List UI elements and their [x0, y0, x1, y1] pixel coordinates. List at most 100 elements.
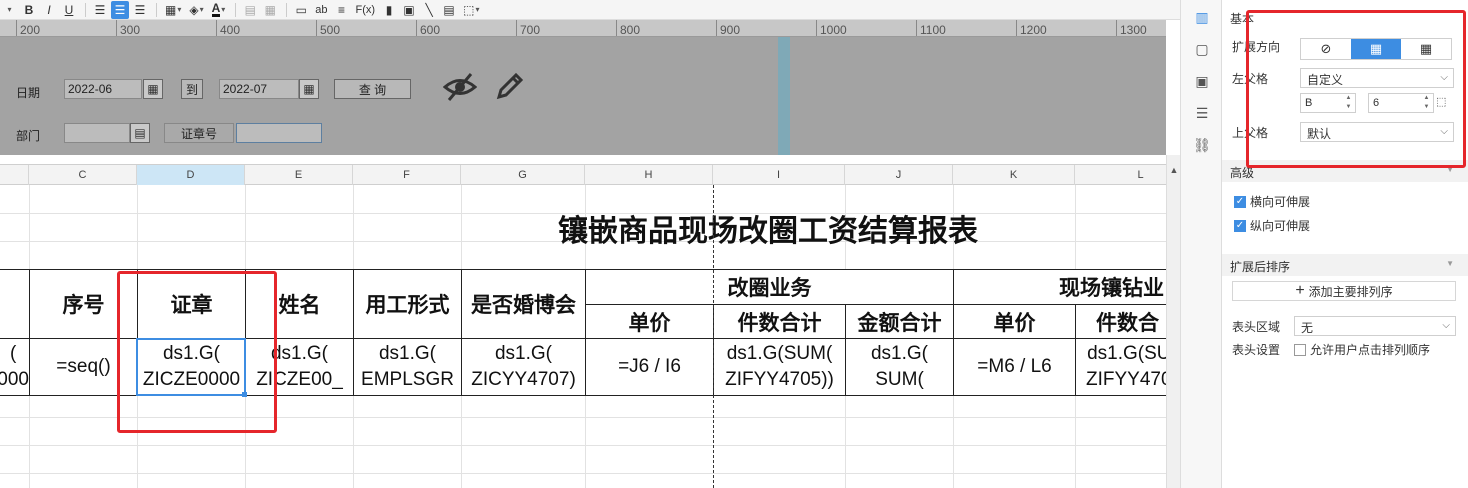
column-header[interactable]: E	[245, 165, 353, 185]
column-header[interactable]: J	[845, 165, 953, 185]
toolbar-divider	[286, 2, 288, 17]
header-region-label: 表头区域	[1232, 320, 1281, 334]
insert-row-icon[interactable]: ▭	[292, 1, 310, 19]
column-header[interactable]	[0, 165, 29, 185]
unmerge-cells-icon[interactable]: ▦	[261, 1, 279, 19]
header-cell-quantity-total[interactable]: 件数合	[1075, 304, 1166, 339]
header-cell-unit-price[interactable]: 单价	[953, 304, 1076, 339]
ruler-tick: 400	[215, 20, 241, 37]
header-cell-group-onsite-setting[interactable]: 现场镶钻业	[953, 269, 1166, 305]
cell-style-icon[interactable]: ▢	[1193, 40, 1211, 58]
align-right-icon[interactable]: ☰	[131, 1, 149, 19]
header-region-dropdown[interactable]: 无 ⌵	[1294, 316, 1456, 336]
header-cell-wedding-expo[interactable]: 是否婚博会	[461, 269, 586, 339]
checkbox-label: 横向可伸展	[1250, 195, 1311, 209]
section-header-sort[interactable]: 扩展后排序 ▼	[1222, 254, 1468, 276]
column-header[interactable]: G	[461, 165, 585, 185]
formula-cell[interactable]: ( 000	[0, 338, 30, 396]
date-label: 日期	[16, 86, 41, 100]
ruler-tick: 800	[615, 20, 641, 37]
align-center-icon[interactable]: ☰	[111, 0, 129, 19]
text-icon[interactable]: ab	[312, 1, 330, 19]
to-label: 到	[181, 79, 203, 99]
ruler-tick: 600	[415, 20, 441, 37]
formula-cell-employment-type[interactable]: ds1.G( EMPLSGR	[353, 338, 462, 396]
checkbox-label: 纵向可伸展	[1250, 219, 1311, 233]
font-color-icon[interactable]: A ▾	[209, 1, 229, 19]
underline-button[interactable]: U	[60, 1, 78, 19]
department-input[interactable]	[64, 123, 130, 143]
rich-text-icon[interactable]: ≡	[333, 1, 351, 19]
formula-cell-quantity-total[interactable]: ds1.G(SU ZIFYY470	[1075, 338, 1166, 396]
formula-cell-quantity-total[interactable]: ds1.G(SUM( ZIFYY4705))	[713, 338, 846, 396]
fill-color-icon[interactable]: ◈ ▾	[186, 1, 206, 19]
formula-cell-unit-price[interactable]: =J6 / I6	[585, 338, 714, 396]
seal-number-label: 证章号	[164, 123, 234, 143]
caret-icon[interactable]: ▾	[0, 1, 18, 19]
seal-number-input[interactable]	[236, 123, 322, 143]
cell-attributes-icon[interactable]: ▥	[1193, 8, 1211, 26]
query-button[interactable]: 查 询	[334, 79, 411, 99]
panel-splitter[interactable]	[778, 37, 790, 155]
date-from-input[interactable]: 2022-06	[64, 79, 142, 99]
calendar-icon[interactable]: ▦	[299, 79, 319, 99]
header-setting-label: 表头设置	[1232, 343, 1281, 357]
button-label: 添加主要排列序	[1308, 284, 1393, 299]
report-title[interactable]: 镶嵌商品现场改圈工资结算报表	[461, 205, 1075, 251]
grid-line	[0, 445, 1166, 446]
checkbox-label: 允许用户点击排列顺序	[1310, 343, 1431, 357]
formula-cell-unit-price[interactable]: =M6 / L6	[953, 338, 1076, 396]
column-header[interactable]: K	[953, 165, 1075, 185]
toolbar: ▾ B I U ☰ ☰ ☰ ▦ ▾ ◈ ▾ A ▾ ▤ ▦ ▭ ab ≡ F(x) ▮…	[0, 0, 1180, 20]
sub-report-icon[interactable]: ▤	[440, 1, 458, 19]
ruler-tick: 500	[315, 20, 341, 37]
checkbox-unchecked-icon	[1294, 343, 1306, 356]
column-header[interactable]: F	[353, 165, 461, 185]
ruler-tick: 1200	[1016, 20, 1047, 37]
date-to-input[interactable]: 2022-07	[219, 79, 299, 99]
formula-cell-amount-total[interactable]: ds1.G( SUM(	[845, 338, 954, 396]
image-icon[interactable]: ▣	[400, 1, 418, 19]
highlight-annotation	[1246, 10, 1466, 168]
edit-pencil-icon[interactable]	[494, 70, 526, 102]
toolbar-divider	[156, 2, 157, 17]
vertical-scrollbar[interactable]: ▲	[1166, 155, 1180, 488]
formula-icon[interactable]: F(x)	[353, 1, 379, 19]
italic-button[interactable]: I	[40, 1, 58, 19]
tree-select-icon[interactable]: ▤	[130, 123, 150, 143]
header-cell-employment-type[interactable]: 用工形式	[353, 269, 462, 339]
horizontal-stretch-checkbox[interactable]: ✓ 横向可伸展	[1234, 193, 1310, 210]
column-header[interactable]: H	[585, 165, 713, 185]
calendar-icon[interactable]: ▦	[143, 79, 163, 99]
header-cell-group-ring-modification[interactable]: 改圈业务	[585, 269, 954, 305]
frame-icon[interactable]: ⬚ ▾	[460, 1, 482, 19]
header-cell[interactable]	[0, 269, 30, 339]
align-left-icon[interactable]: ☰	[91, 1, 109, 19]
merge-cells-icon[interactable]: ▤	[241, 1, 259, 19]
dropdown-value: 无	[1301, 321, 1314, 335]
highlight-annotation	[117, 271, 277, 433]
allow-user-sort-checkbox[interactable]: 允许用户点击排列顺序	[1294, 341, 1430, 358]
border-icon[interactable]: ▦ ▾	[162, 1, 184, 19]
vertical-stretch-checkbox[interactable]: ✓ 纵向可伸展	[1234, 217, 1310, 234]
slash-icon[interactable]: ╲	[420, 1, 438, 19]
column-header[interactable]: I	[713, 165, 845, 185]
chart-icon[interactable]: ▮	[380, 1, 398, 19]
eye-slash-icon[interactable]	[442, 72, 478, 102]
header-cell-amount-total[interactable]: 金额合计	[845, 304, 954, 339]
page-break-line	[713, 185, 714, 488]
scroll-up-arrow-icon[interactable]: ▲	[1167, 165, 1181, 175]
widget-icon[interactable]: ▣	[1193, 72, 1211, 90]
condition-attribute-icon[interactable]: ☰	[1193, 104, 1211, 122]
header-cell-unit-price[interactable]: 单价	[585, 304, 714, 339]
column-header[interactable]: C	[29, 165, 137, 185]
checkbox-checked-icon: ✓	[1234, 219, 1246, 232]
hyperlink-icon[interactable]: ⛓	[1193, 136, 1211, 154]
column-header[interactable]: D	[137, 165, 245, 185]
ruler-tick: 700	[515, 20, 541, 37]
formula-cell-wedding-expo[interactable]: ds1.G( ZICYY4707)	[461, 338, 586, 396]
header-cell-quantity-total[interactable]: 件数合计	[713, 304, 846, 339]
ruler-tick: 1300	[1116, 20, 1147, 37]
add-sort-button[interactable]: + 添加主要排列序	[1232, 281, 1456, 301]
bold-button[interactable]: B	[20, 1, 38, 19]
